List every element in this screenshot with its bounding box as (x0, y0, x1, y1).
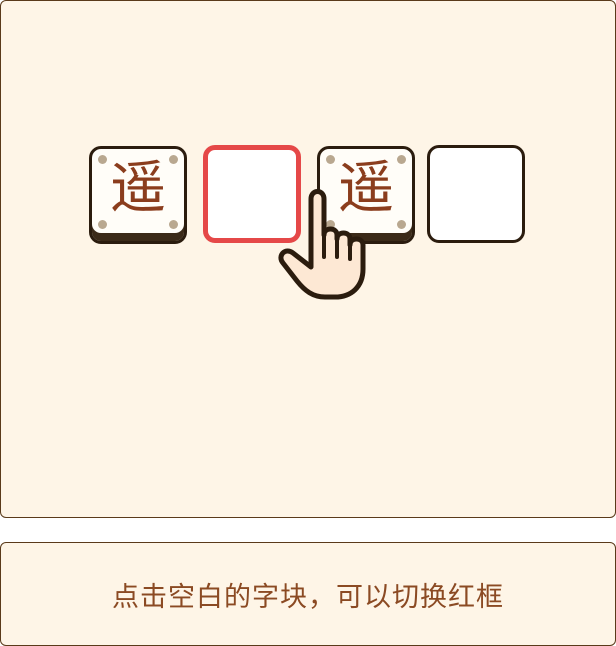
instruction-text: 点击空白的字块，可以切换红框 (112, 581, 504, 613)
character-tile-1[interactable]: 遥 (89, 146, 187, 244)
instruction-panel: 点击空白的字块，可以切换红框 (0, 542, 616, 646)
tile-character: 遥 (110, 156, 166, 221)
hand-pointer-icon (278, 189, 366, 300)
rivet-icon (397, 220, 406, 229)
rivet-icon (98, 220, 107, 229)
game-board-panel: 遥 遥 (0, 0, 616, 518)
empty-tile[interactable] (427, 145, 525, 243)
rivet-icon (169, 220, 178, 229)
